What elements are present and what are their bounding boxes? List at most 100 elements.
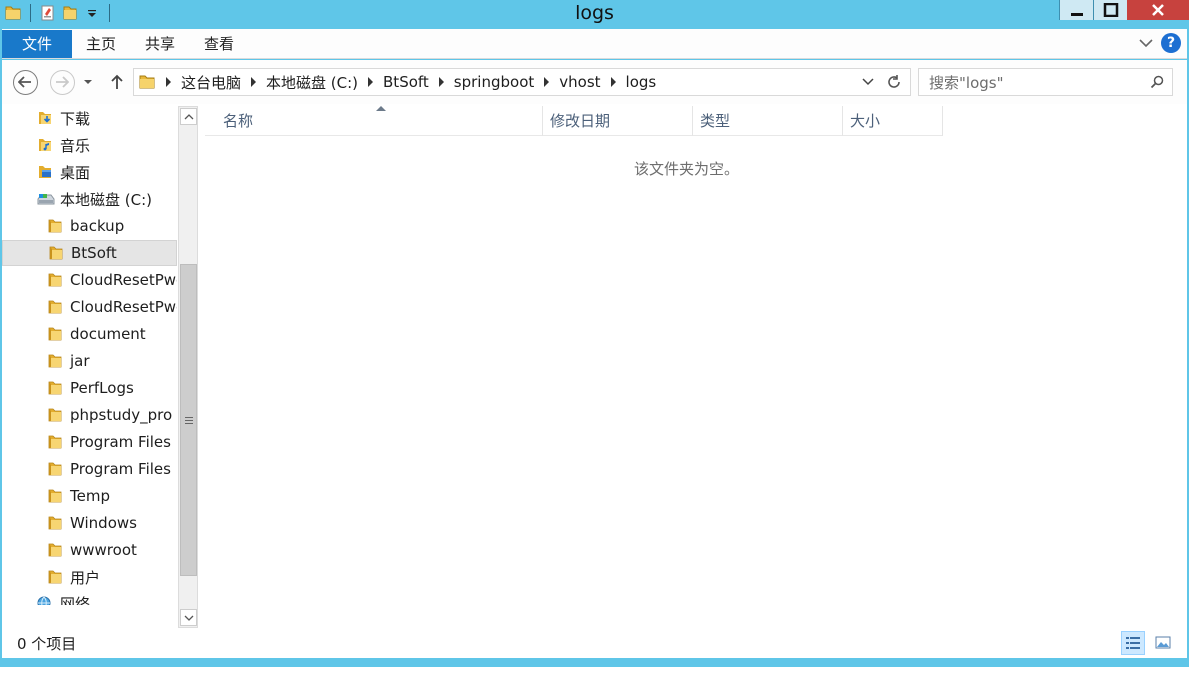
column-header-label: 大小 (850, 112, 881, 130)
breadcrumb-vhost[interactable]: vhost (553, 73, 606, 91)
scroll-down-button[interactable] (180, 609, 197, 626)
tree-item[interactable]: 网络 (2, 591, 177, 605)
navigation-scrollbar[interactable] (178, 106, 198, 628)
breadcrumb-local-disk[interactable]: 本地磁盘 (C:) (260, 72, 364, 93)
tree-item-label: 音乐 (60, 136, 91, 155)
breadcrumb-this-pc[interactable]: 这台电脑 (175, 72, 247, 93)
tree-item-label: document (70, 325, 146, 343)
tree-item[interactable]: PerfLogs (2, 375, 177, 401)
folder-icon (46, 325, 64, 343)
column-header-type[interactable]: 类型 (693, 106, 843, 136)
tree-item[interactable]: 桌面 (2, 159, 177, 185)
breadcrumb-separator-icon[interactable] (368, 77, 374, 87)
folder-icon (46, 487, 64, 505)
tree-item[interactable]: CloudResetPwd (2, 294, 177, 320)
desktop-folder-icon (36, 163, 54, 181)
tree-item-label: wwwroot (70, 541, 137, 559)
tree-item-label: Program Files ( (70, 460, 177, 478)
search-placeholder: 搜索"logs" (929, 73, 1004, 92)
tree-item-label: PerfLogs (70, 379, 134, 397)
ribbon-right-controls: ? (1139, 33, 1181, 53)
column-header-size[interactable]: 大小 (843, 106, 943, 136)
tree-item[interactable]: 本地磁盘 (C:) (2, 186, 177, 212)
tree-item[interactable]: backup (2, 213, 177, 239)
navigation-pane: 下载 音乐 桌面 本地磁盘 (C:) backup BtSoft CloudResetPwd… (2, 104, 199, 628)
large-icons-view-button[interactable] (1151, 631, 1175, 655)
dropdown-arrow-icon (84, 80, 92, 84)
item-count: 0 个项目 (17, 635, 77, 653)
help-icon[interactable]: ? (1161, 33, 1181, 53)
back-button[interactable] (12, 69, 38, 95)
folder-icon (46, 541, 64, 559)
close-button[interactable] (1127, 0, 1189, 20)
breadcrumb: 这台电脑 本地磁盘 (C:) BtSoft springboot vhost l… (134, 69, 856, 95)
column-header-date-modified[interactable]: 修改日期 (543, 106, 693, 136)
tab-home[interactable]: 主页 (72, 30, 130, 58)
column-header-label: 名称 (223, 112, 254, 130)
details-view-icon (1126, 637, 1140, 649)
explorer-window: logs 文件 主页 共享 查看 ? 这台电脑 本地磁盘 (C:) BtSoft… (0, 0, 1189, 677)
chevron-down-icon (184, 615, 193, 621)
grip-icon (184, 416, 193, 424)
breadcrumb-separator-icon[interactable] (610, 77, 616, 87)
tree-item[interactable]: Temp (2, 483, 177, 509)
scroll-up-button[interactable] (180, 108, 197, 125)
tab-share[interactable]: 共享 (131, 30, 189, 58)
tree-item-label: Temp (70, 487, 110, 505)
address-bar[interactable]: 这台电脑 本地磁盘 (C:) BtSoft springboot vhost l… (133, 68, 911, 96)
tree-item[interactable]: Windows (2, 510, 177, 536)
network-icon (36, 595, 54, 605)
search-input[interactable]: 搜索"logs" (918, 68, 1173, 96)
tree-item[interactable]: document (2, 321, 177, 347)
breadcrumb-springboot[interactable]: springboot (448, 73, 540, 91)
minimize-button[interactable] (1059, 0, 1093, 20)
back-arrow-icon (12, 69, 38, 95)
up-button[interactable] (106, 69, 128, 95)
search-icon[interactable] (1150, 75, 1164, 89)
tab-view[interactable]: 查看 (190, 30, 248, 58)
tree-item[interactable]: wwwroot (2, 537, 177, 563)
breadcrumb-separator-icon[interactable] (438, 77, 444, 87)
refresh-icon[interactable] (884, 74, 904, 90)
tree-item[interactable]: BtSoft (2, 240, 177, 266)
tree-item[interactable]: Program Files (2, 429, 177, 455)
column-header-label: 修改日期 (550, 112, 611, 130)
folder-icon (46, 217, 64, 235)
tree-item-label: 用户 (70, 568, 101, 587)
tree-item[interactable]: 音乐 (2, 132, 177, 158)
tree-item[interactable]: Program Files ( (2, 456, 177, 482)
up-arrow-icon (111, 74, 123, 89)
maximize-button[interactable] (1093, 0, 1127, 20)
tree-item[interactable]: 用户 (2, 564, 177, 590)
forward-button[interactable] (49, 69, 75, 95)
scrollbar-thumb[interactable] (180, 264, 197, 576)
large-icons-view-icon (1155, 636, 1171, 649)
breadcrumb-logs[interactable]: logs (620, 73, 663, 91)
tree-item[interactable]: phpstudy_pro (2, 402, 177, 428)
column-header-name[interactable]: 名称 (205, 106, 543, 136)
tab-file[interactable]: 文件 (2, 30, 72, 58)
file-list-pane[interactable]: 名称 修改日期 类型 大小 该文件夹为空。 (199, 104, 1187, 628)
sort-ascending-icon (376, 106, 386, 111)
tree-item-label: backup (70, 217, 125, 235)
folder-icon (46, 460, 64, 478)
tree-item-label: 网络 (60, 595, 91, 605)
folder-icon (46, 568, 64, 586)
download-folder-icon (36, 109, 54, 127)
folder-icon (46, 352, 64, 370)
breadcrumb-btsoft[interactable]: BtSoft (377, 73, 435, 91)
folder-icon (46, 379, 64, 397)
drive-icon (36, 190, 55, 208)
tree-item-label: jar (70, 352, 90, 370)
details-view-button[interactable] (1121, 631, 1145, 655)
recent-locations-button[interactable] (80, 69, 96, 95)
expand-ribbon-chevron-icon[interactable] (1139, 34, 1153, 52)
tree-item[interactable]: 下载 (2, 105, 177, 131)
tree-item[interactable]: jar (2, 348, 177, 374)
address-history-chevron-icon[interactable] (856, 78, 880, 86)
breadcrumb-separator-icon[interactable] (166, 77, 171, 87)
breadcrumb-separator-icon[interactable] (544, 77, 550, 87)
title-bar: logs (0, 0, 1189, 28)
breadcrumb-separator-icon[interactable] (251, 77, 257, 87)
tree-item[interactable]: CloudResetPwd (2, 267, 177, 293)
